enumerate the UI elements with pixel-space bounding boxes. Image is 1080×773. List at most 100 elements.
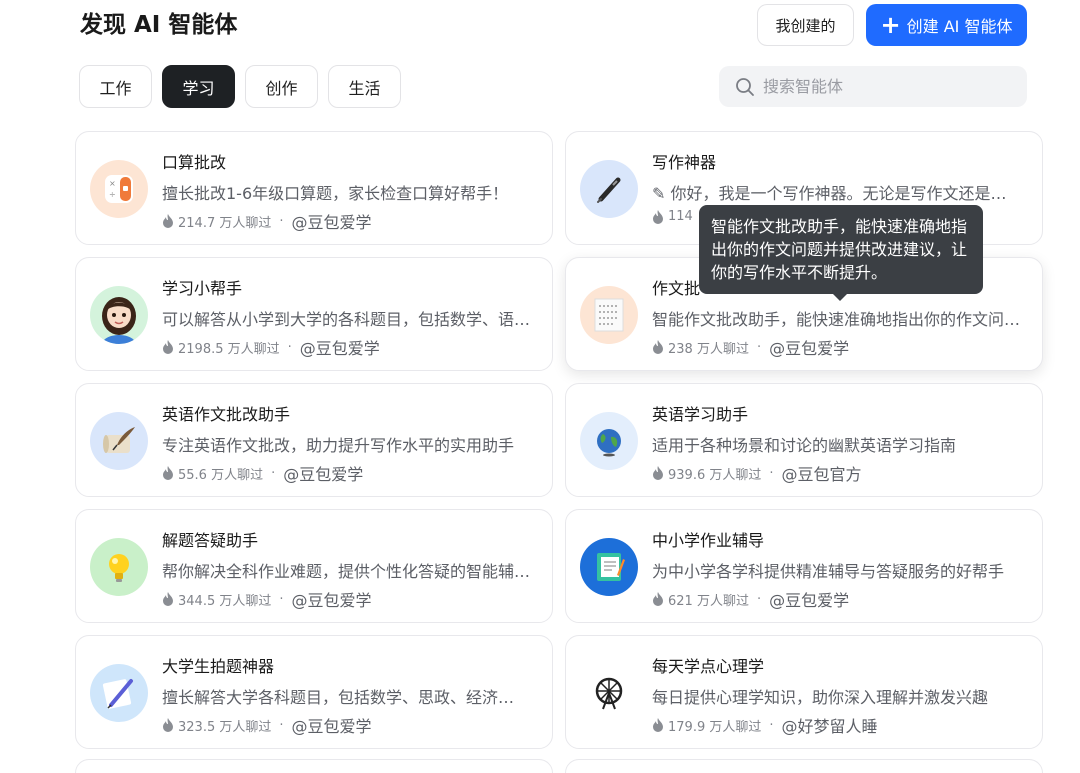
agent-author[interactable]: @豆包爱学 — [300, 335, 380, 359]
agent-name: 作文批 — [652, 279, 701, 298]
agent-card[interactable]: 大学生拍题神器 擅长解答大学各科题目，包括数学、思政、经济… 323.5 万人聊… — [75, 635, 553, 749]
separator-dot: · — [287, 339, 292, 355]
fire-icon — [653, 340, 663, 354]
agent-card-partial[interactable] — [75, 759, 553, 773]
agent-name: 英语学习助手 — [652, 405, 749, 424]
next-row-partial — [75, 759, 1043, 773]
agent-author[interactable]: @豆包爱学 — [292, 713, 372, 737]
agent-meta: 323.5 万人聊过 · @豆包爱学 — [162, 713, 372, 737]
agent-name: 口算批改 — [162, 153, 227, 172]
separator-dot: · — [279, 213, 284, 229]
agent-card[interactable]: 英语学习助手 适用于各种场景和讨论的幽默英语学习指南 939.6 万人聊过 · … — [565, 383, 1043, 497]
agent-card[interactable]: 解题答疑助手 帮你解决全科作业难题，提供个性化答疑的智能辅… 344.5 万人聊… — [75, 509, 553, 623]
description-tooltip: 智能作文批改助手，能快速准确地指出你的作文问题并提供改进建议，让你的写作水平不断… — [699, 205, 983, 294]
my-created-button[interactable]: 我创建的 — [757, 4, 854, 46]
agent-author[interactable]: @豆包爱学 — [769, 335, 849, 359]
separator-dot: · — [769, 465, 774, 481]
agent-card[interactable]: × ÷ 口算批改 擅长批改1-6年级口算题，家长检查口算好帮手！ 214.7 万… — [75, 131, 553, 245]
fire-icon — [653, 592, 663, 606]
tab-life[interactable]: 生活 — [328, 65, 401, 108]
agent-meta: 55.6 万人聊过 · @豆包爱学 — [162, 461, 363, 485]
search-icon — [736, 77, 754, 96]
plus-icon: + — [880, 11, 901, 39]
page-title: 发现 AI 智能体 — [80, 12, 238, 38]
create-agent-label: 创建 AI 智能体 — [906, 17, 1013, 36]
globe-icon — [580, 412, 638, 470]
chat-count: 179.9 万人聊过 — [668, 719, 762, 735]
agent-card[interactable]: 中小学作业辅导 为中小学各学科提供精准辅导与答疑服务的好帮手 621 万人聊过 … — [565, 509, 1043, 623]
agent-author[interactable]: @豆包爱学 — [292, 209, 372, 233]
agent-meta: 179.9 万人聊过 · @好梦留人睡 — [652, 713, 878, 737]
chat-count: 939.6 万人聊过 — [668, 467, 762, 483]
category-tabs: 工作 学习 创作 生活 — [79, 65, 401, 108]
fire-icon — [653, 718, 663, 732]
separator-dot: · — [769, 717, 774, 733]
separator-dot: · — [271, 465, 276, 481]
chat-count: 238 万人聊过 — [668, 341, 749, 357]
fire-icon — [653, 209, 663, 224]
chat-count: 621 万人聊过 — [668, 593, 749, 609]
agent-author[interactable]: @豆包爱学 — [292, 587, 372, 611]
agent-name: 每天学点心理学 — [652, 657, 765, 676]
pencil-paper-icon — [90, 664, 148, 722]
girl-avatar-icon — [90, 286, 148, 344]
separator-dot: · — [756, 339, 762, 355]
fire-icon — [163, 466, 173, 480]
agent-card[interactable]: 学习小帮手 可以解答从小学到大学的各科题目，包括数学、语… 2198.5 万人聊… — [75, 257, 553, 371]
search-input[interactable] — [763, 77, 1003, 96]
agent-meta: 238 万人聊过 · @豆包爱学 — [652, 335, 849, 359]
svg-text:÷: ÷ — [109, 190, 116, 199]
fire-icon — [653, 466, 663, 480]
tab-work[interactable]: 工作 — [79, 65, 152, 108]
agent-name: 大学生拍题神器 — [162, 657, 275, 676]
agent-card-partial[interactable] — [565, 759, 1043, 773]
fire-icon — [163, 214, 173, 228]
agent-meta: 621 万人聊过 · @豆包爱学 — [652, 587, 849, 611]
pen-icon — [580, 160, 638, 218]
agent-meta: 939.6 万人聊过 · @豆包官方 — [652, 461, 862, 485]
chat-count: 323.5 万人聊过 — [178, 719, 272, 735]
agent-description: 帮你解决全科作业难题，提供个性化答疑的智能辅… — [162, 562, 531, 581]
fire-icon — [163, 340, 173, 354]
essay-paper-icon — [580, 286, 638, 344]
agent-card[interactable]: 英语作文批改助手 专注英语作文批改，助力提升写作水平的实用助手 55.6 万人聊… — [75, 383, 553, 497]
chat-count: 344.5 万人聊过 — [178, 593, 272, 609]
tab-creation[interactable]: 创作 — [245, 65, 318, 108]
search-box[interactable] — [719, 66, 1027, 107]
agent-description: ✎ 你好，我是一个写作神器。无论是写作文还是… — [652, 184, 1007, 203]
agent-description: 为中小学各学科提供精准辅导与答疑服务的好帮手 — [652, 562, 1005, 581]
agent-description: 擅长批改1-6年级口算题，家长检查口算好帮手！ — [162, 184, 509, 203]
calculator-icon: × ÷ — [90, 160, 148, 218]
agent-name: 英语作文批改助手 — [162, 405, 291, 424]
agent-card[interactable]: 每天学点心理学 每日提供心理学知识，助你深入理解并激发兴趣 179.9 万人聊过… — [565, 635, 1043, 749]
separator-dot: · — [279, 717, 284, 733]
agent-name: 写作神器 — [652, 153, 717, 172]
chat-count: 55.6 万人聊过 — [178, 467, 264, 483]
chat-count: 2198.5 万人聊过 — [178, 341, 280, 357]
create-agent-button[interactable]: + 创建 AI 智能体 — [866, 4, 1027, 46]
tooltip-arrow — [832, 293, 848, 301]
agent-author[interactable]: @好梦留人睡 — [782, 713, 878, 737]
agent-description: 可以解答从小学到大学的各科题目，包括数学、语… — [162, 310, 531, 329]
tab-study[interactable]: 学习 — [162, 65, 235, 108]
agent-author[interactable]: @豆包爱学 — [769, 587, 849, 611]
agent-author[interactable]: @豆包爱学 — [283, 461, 363, 485]
chat-count: 214.7 万人聊过 — [178, 215, 272, 231]
agent-meta: 344.5 万人聊过 · @豆包爱学 — [162, 587, 372, 611]
fire-icon — [163, 718, 173, 732]
agent-description: 擅长解答大学各科题目，包括数学、思政、经济… — [162, 688, 515, 707]
agent-meta: 214.7 万人聊过 · @豆包爱学 — [162, 209, 372, 233]
agent-description: 每日提供心理学知识，助你深入理解并激发兴趣 — [652, 688, 989, 707]
agent-name: 中小学作业辅导 — [652, 531, 765, 550]
quill-scroll-icon — [90, 412, 148, 470]
agent-author[interactable]: @豆包官方 — [782, 461, 862, 485]
fire-icon — [163, 592, 173, 606]
agent-description: 专注英语作文批改，助力提升写作水平的实用助手 — [162, 436, 515, 455]
agent-meta: 114 — [652, 209, 693, 224]
separator-dot: · — [756, 591, 762, 607]
agent-description: 智能作文批改助手，能快速准确地指出你的作文问… — [652, 310, 1021, 329]
agent-name: 学习小帮手 — [162, 279, 243, 298]
separator-dot: · — [279, 591, 284, 607]
agent-description: 适用于各种场景和讨论的幽默英语学习指南 — [652, 436, 957, 455]
lightbulb-icon — [90, 538, 148, 596]
